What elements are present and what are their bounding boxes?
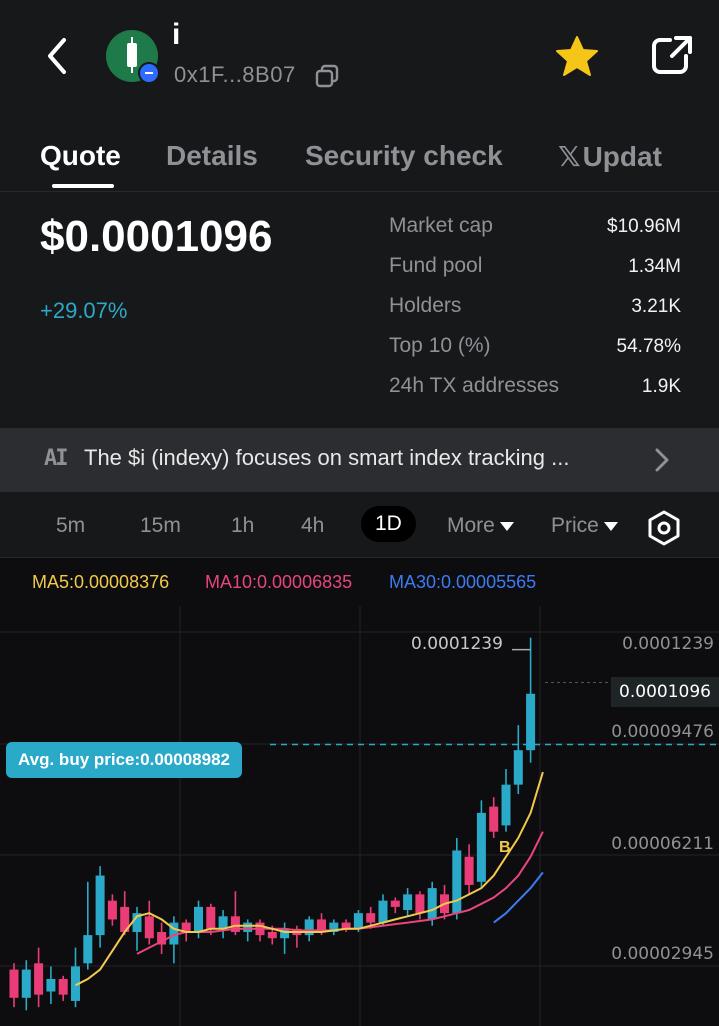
candle-body bbox=[9, 969, 19, 998]
timeframe-1h[interactable]: 1h bbox=[231, 514, 254, 538]
tab-bar: Quote Details Security check 𝕏Updat bbox=[0, 120, 719, 192]
candle-body bbox=[218, 916, 228, 929]
candle-body bbox=[206, 906, 216, 929]
stat-24h-tx-addresses: 24h TX addresses 1.9K bbox=[389, 374, 681, 397]
avg-buy-price-tag[interactable]: Avg. buy price:0.00008982 bbox=[6, 742, 242, 778]
timeframe-bar: 5m 15m 1h 4h 1D More Price bbox=[0, 492, 719, 558]
ma30-label: MA30:0.00005565 bbox=[389, 572, 537, 592]
moving-average-legend: MA5:0.00008376 MA10:0.00006835 MA30:0.00… bbox=[0, 560, 719, 606]
candle-body bbox=[107, 900, 117, 920]
timeframe-1d[interactable]: 1D bbox=[361, 506, 416, 542]
current-price: $0.0001096 bbox=[40, 212, 273, 261]
high-price-label: 0.0001239 bbox=[411, 634, 503, 654]
buy-marker-label: B bbox=[499, 839, 511, 856]
candle-body bbox=[415, 894, 425, 914]
timeframe-4h[interactable]: 4h bbox=[301, 514, 324, 538]
candle-body bbox=[366, 913, 376, 923]
active-tab-indicator bbox=[52, 184, 114, 188]
caret-down-icon bbox=[499, 521, 514, 531]
candlestick-chart[interactable]: B 0.0001239 0.0001239 0.0001096 0.000094… bbox=[0, 606, 719, 1026]
copy-icon[interactable] bbox=[314, 63, 340, 89]
stat-top10: Top 10 (%) 54.78% bbox=[389, 334, 681, 357]
tab-quote[interactable]: Quote bbox=[40, 140, 121, 172]
tab-details[interactable]: Details bbox=[166, 140, 258, 172]
candle-body bbox=[144, 916, 154, 939]
current-price-tag: 0.0001096 bbox=[611, 677, 719, 707]
y-axis-label: 0.00009476 bbox=[611, 722, 714, 742]
price-dropdown[interactable]: Price bbox=[551, 514, 618, 538]
candle-body bbox=[526, 693, 536, 751]
candle-body bbox=[390, 900, 400, 907]
ai-summary-bar[interactable]: AI The $i (indexy) focuses on smart inde… bbox=[0, 428, 719, 492]
candle-body bbox=[464, 856, 474, 885]
quote-panel: $0.0001096 +29.07% Market cap $10.96M Fu… bbox=[0, 192, 719, 428]
candle-body bbox=[21, 969, 31, 998]
x-logo-icon: 𝕏 bbox=[558, 140, 581, 173]
candle-body bbox=[501, 784, 511, 826]
ma5-label: MA5:0.00008376 bbox=[32, 572, 170, 592]
tab-x-updates[interactable]: 𝕏Updat bbox=[558, 140, 662, 173]
candle-body bbox=[378, 900, 388, 923]
y-axis-label: 0.00006211 bbox=[611, 834, 714, 854]
chart-settings-hexagon-icon[interactable] bbox=[646, 510, 682, 546]
candle-body bbox=[489, 806, 499, 832]
candle-body bbox=[353, 913, 363, 929]
stat-fund-pool: Fund pool 1.34M bbox=[389, 254, 681, 277]
ai-icon: AI bbox=[44, 446, 68, 471]
chain-badge-icon bbox=[138, 62, 160, 84]
token-symbol: i bbox=[172, 18, 181, 51]
candle-body bbox=[267, 931, 277, 939]
candle-body bbox=[58, 978, 68, 995]
candle-body bbox=[513, 750, 523, 785]
back-arrow-icon[interactable] bbox=[40, 34, 76, 78]
candle-body bbox=[95, 875, 105, 936]
timeframe-5m[interactable]: 5m bbox=[56, 514, 85, 538]
ma30-line bbox=[493, 871, 544, 924]
caret-down-icon bbox=[603, 521, 618, 531]
candle-body bbox=[194, 906, 203, 932]
candle-body bbox=[83, 935, 93, 964]
header-bar: i 0x1F...8B07 bbox=[0, 0, 719, 120]
ma10-label: MA10:0.00006835 bbox=[205, 572, 353, 592]
tab-security-check[interactable]: Security check bbox=[305, 140, 503, 172]
favorite-star-icon[interactable] bbox=[554, 34, 600, 78]
ai-summary-text: The $i (indexy) focuses on smart index t… bbox=[84, 445, 570, 470]
stat-holders: Holders 3.21K bbox=[389, 294, 681, 317]
chevron-right-icon[interactable] bbox=[652, 446, 672, 474]
y-axis-label: 0.0001239 bbox=[622, 634, 714, 654]
candle-body bbox=[403, 894, 413, 911]
share-external-icon[interactable] bbox=[650, 34, 694, 76]
timeframe-15m[interactable]: 15m bbox=[140, 514, 181, 538]
candle-body bbox=[34, 963, 44, 995]
candle-body bbox=[243, 922, 253, 932]
price-change: +29.07% bbox=[40, 298, 128, 323]
stat-market-cap: Market cap $10.96M bbox=[389, 214, 681, 237]
candle-body bbox=[476, 812, 486, 882]
candle-body bbox=[452, 850, 462, 914]
candle-body bbox=[427, 888, 437, 920]
token-address: 0x1F...8B07 bbox=[174, 62, 296, 87]
y-axis-label: 0.00002945 bbox=[611, 944, 714, 964]
candle-body bbox=[46, 978, 56, 992]
more-dropdown[interactable]: More bbox=[447, 514, 514, 538]
